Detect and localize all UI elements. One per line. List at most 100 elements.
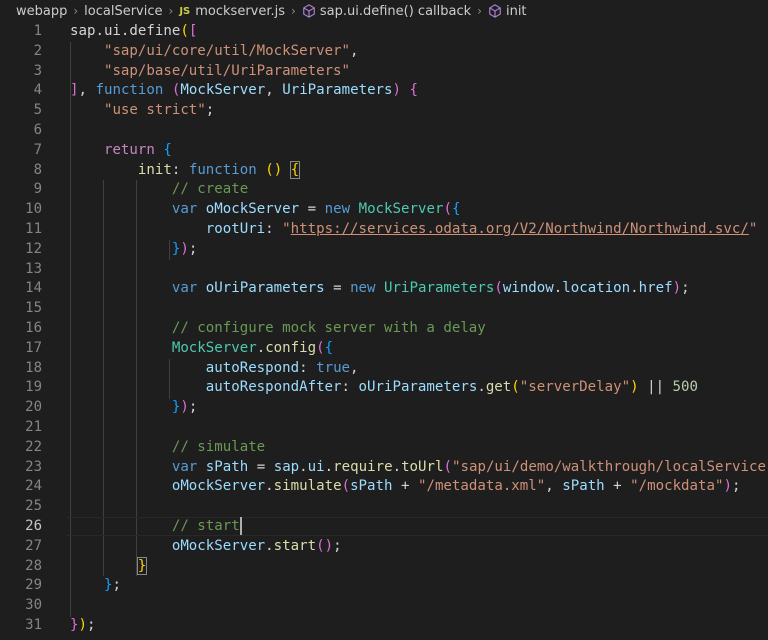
bracket-token: (: [341, 478, 351, 495]
code-line[interactable]: 27 oMockServer.start();: [0, 537, 768, 557]
function-token: require: [333, 458, 393, 475]
breadcrumb-file[interactable]: mockserver.js: [195, 4, 285, 19]
code-line[interactable]: 13: [0, 260, 768, 280]
string-token: ": [748, 221, 758, 237]
code-line[interactable]: 11 rootUri: "https://services.odata.org/…: [0, 220, 768, 240]
keyword-token: function: [95, 82, 164, 99]
code-line[interactable]: 17 MockServer.config({: [0, 339, 768, 359]
line-number: 30: [25, 597, 42, 614]
identifier-token: MockServer: [180, 82, 266, 99]
breadcrumb-symbol-callback[interactable]: sap.ui.define() callback: [320, 4, 471, 19]
bracket-token: ]: [70, 82, 79, 99]
code-text: .: [553, 280, 563, 297]
string-token: "/mockdata": [630, 478, 724, 495]
line-number: 14: [25, 280, 42, 297]
function-token: config: [265, 339, 317, 356]
code-line[interactable]: 14 var oUriParameters = new UriParameter…: [0, 279, 768, 299]
line-number: 15: [25, 300, 42, 317]
symbol-method-icon: [489, 4, 501, 18]
code-line[interactable]: 12 });: [0, 240, 768, 260]
code-text: .: [477, 379, 486, 396]
code-line[interactable]: 19 autoRespondAfter: oUriParameters.get(…: [0, 378, 768, 398]
code-text: ,: [78, 82, 96, 99]
code-line[interactable]: 31});: [0, 616, 768, 636]
code-line[interactable]: 7 return {: [0, 141, 768, 161]
class-token: MockServer: [358, 201, 444, 218]
code-text: ,: [350, 359, 359, 376]
code-line[interactable]: 23 var sPath = sap.ui.require.toUrl("sap…: [0, 458, 768, 478]
code-line[interactable]: 29 };: [0, 576, 768, 596]
code-line[interactable]: 10 var oMockServer = new MockServer({: [0, 200, 768, 220]
code-line[interactable]: 3 "sap/base/util/UriParameters": [0, 62, 768, 82]
code-content: return {: [70, 141, 172, 161]
line-number: 17: [25, 339, 42, 356]
code-content: MockServer.config({: [70, 339, 333, 359]
code-line[interactable]: 2 "sap/ui/core/util/MockServer",: [0, 42, 768, 62]
string-token: "sap/base/util/UriParameters": [103, 62, 351, 79]
code-text: .: [392, 458, 402, 475]
code-line[interactable]: 21: [0, 418, 768, 438]
identifier-token: sPath: [562, 478, 605, 495]
chevron-right-icon: ›: [73, 4, 79, 18]
code-line[interactable]: 18 autoRespond: true,: [0, 359, 768, 379]
code-line[interactable]: 15: [0, 299, 768, 319]
breadcrumb-symbol-init[interactable]: init: [506, 4, 527, 19]
line-number: 21: [25, 419, 42, 435]
code-line[interactable]: 16 // configure mock server with a delay: [0, 319, 768, 339]
line-number: 31: [25, 617, 42, 633]
string-token: "sap/ui/demo/walkthrough/localService": [452, 458, 768, 475]
keyword-token: function: [188, 161, 257, 178]
code-line[interactable]: 6: [0, 121, 768, 141]
line-number: 11: [25, 221, 42, 237]
code-content: "sap/ui/core/util/MockServer",: [70, 42, 359, 62]
code-line[interactable]: 20 });: [0, 398, 768, 418]
code-line[interactable]: 28 }: [0, 556, 768, 577]
bracket-token: (): [316, 537, 334, 554]
code-line[interactable]: 24 oMockServer.simulate(sPath + "/metada…: [0, 477, 768, 497]
breadcrumb-folder-webapp[interactable]: webapp: [16, 4, 67, 19]
code-line[interactable]: 26 // start: [0, 517, 768, 537]
matched-bracket-token: {: [289, 160, 301, 179]
code-line[interactable]: 5 "use strict";: [0, 101, 768, 121]
code-content: // simulate: [70, 438, 265, 458]
code-text: .: [299, 458, 308, 475]
code-content: var sPath = sap.ui.require.toUrl("sap/ui…: [70, 458, 768, 478]
function-token: start: [273, 537, 317, 554]
identifier-token: oUriParameters: [205, 280, 325, 297]
code-line[interactable]: 8 init: function () {: [0, 160, 768, 181]
bracket-token: {: [451, 201, 461, 218]
matched-bracket-token: }: [136, 556, 148, 575]
code-line[interactable]: 1 sap.ui.define([: [0, 22, 768, 42]
code-content: // configure mock server with a delay: [70, 319, 486, 339]
line-number: 20: [25, 399, 42, 416]
code-line[interactable]: 9 // create: [0, 180, 768, 200]
line-number: 19: [25, 379, 42, 396]
identifier-token: href: [638, 280, 673, 297]
code-content: rootUri: "https://services.odata.org/V2/…: [70, 220, 758, 240]
bracket-token: (): [265, 161, 283, 178]
bracket-token: [: [188, 23, 198, 39]
bracket-token: ): [392, 82, 402, 99]
code-text: ;: [112, 577, 121, 594]
code-line[interactable]: 25: [0, 497, 768, 517]
line-number: 13: [25, 260, 42, 277]
chevron-right-icon: ›: [477, 4, 482, 18]
number-token: 500: [672, 379, 699, 396]
code-line[interactable]: 4], function (MockServer, UriParameters)…: [0, 81, 768, 101]
code-editor[interactable]: 1 sap.ui.define([2 "sap/ui/core/util/Mock…: [0, 22, 768, 640]
code-text: ;: [205, 102, 215, 119]
code-text: :: [171, 161, 189, 178]
string-token: "use strict": [103, 102, 206, 119]
code-line[interactable]: 30: [0, 596, 768, 616]
code-line[interactable]: 22 // simulate: [0, 438, 768, 458]
breadcrumb-folder-localservice[interactable]: localService: [84, 4, 162, 19]
code-text: ||: [638, 379, 673, 396]
identifier-token: ui: [307, 458, 325, 475]
